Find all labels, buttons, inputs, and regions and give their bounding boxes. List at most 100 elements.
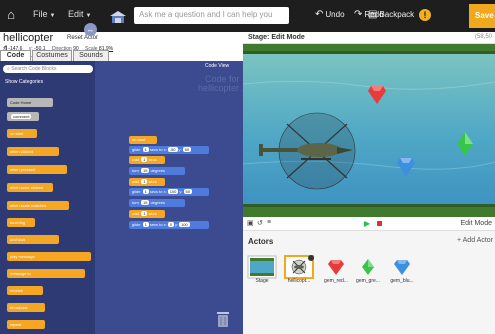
block-input[interactable]: -50	[167, 147, 178, 152]
script-block-glide[interactable]: glide 1 secs to x: 0 y: 100	[129, 221, 209, 229]
actor-label: gem_gre...	[356, 278, 380, 284]
palette-block-and-wait[interactable]: and wait	[7, 235, 59, 244]
grid-icon[interactable]: ≡	[267, 219, 271, 226]
block-label: glide	[132, 147, 141, 152]
palette-block-broadcast[interactable]: broadcast	[7, 303, 45, 312]
actor-label: gem_blu...	[390, 278, 414, 284]
script-block-glide[interactable]: glide 1 secs to x: -50 y: 50	[129, 146, 209, 154]
refresh-icon[interactable]: ↺	[257, 219, 263, 227]
block-label: secs	[148, 157, 157, 162]
collapse-palette-icon[interactable]: ↔	[84, 23, 97, 36]
palette-block-when-actor-clicked[interactable]: when actor clicked	[7, 183, 53, 192]
file-menu[interactable]: File ▼	[33, 9, 55, 19]
block-input[interactable]: 1	[142, 147, 149, 152]
chevron-down-icon: ▼	[49, 13, 56, 19]
backpack-button[interactable]: ▤ Backpack	[368, 9, 414, 20]
code-for-watermark: Code for hellicopter 1	[198, 75, 247, 93]
backpack-label: Backpack	[379, 10, 415, 19]
trash-icon[interactable]	[216, 311, 230, 328]
tab-costumes[interactable]: Costumes	[32, 50, 72, 61]
edit-menu-label: Edit	[68, 9, 84, 19]
palette-block-play-message[interactable]: play message	[7, 252, 91, 261]
code-for-sprite-label: hellicopter 1	[198, 83, 247, 93]
block-input[interactable]: 50	[183, 189, 192, 194]
block-input[interactable]: 1	[142, 189, 149, 194]
block-input[interactable]: 15	[141, 168, 150, 173]
block-label: secs	[148, 179, 157, 184]
block-label: glide	[132, 222, 141, 227]
reset-actor-link[interactable]: Reset Actor	[67, 35, 98, 41]
script-block-turn[interactable]: turn 15 degrees	[129, 167, 185, 175]
fullscreen-icon[interactable]: ▣	[247, 219, 254, 227]
palette-block-message-to[interactable]: message to	[7, 269, 85, 278]
tab-sounds[interactable]: Sounds	[73, 50, 109, 61]
block-input[interactable]: 100	[167, 189, 179, 194]
palette-block-when-clicked[interactable]: when clicked	[7, 147, 59, 156]
script-block-glide[interactable]: glide 1 secs to x: 100 y: 50	[129, 188, 209, 196]
search-code-blocks-input[interactable]: ⌕ Search Code Blocks	[3, 65, 93, 73]
palette-block-comment[interactable]: comment	[7, 112, 39, 121]
save-button[interactable]: Save	[469, 4, 495, 28]
block-input[interactable]: 1	[141, 157, 148, 162]
palette-block-on-start[interactable]: on start	[7, 129, 37, 138]
block-label: when pressed	[10, 167, 35, 172]
palette-block-code-home[interactable]: Code Home	[7, 98, 53, 107]
palette-block-touching[interactable]: touching	[7, 218, 35, 227]
palette-block-receive[interactable]: receive	[7, 286, 43, 295]
bottom-grass-edge	[243, 204, 495, 207]
stage-scene	[243, 44, 495, 217]
palette-block-repeat[interactable]: repeat	[7, 320, 45, 329]
block-label: on start	[132, 137, 146, 142]
script-block-wait[interactable]: wait 1 secs	[129, 178, 165, 186]
undo-label: Undo	[325, 10, 345, 19]
home-icon[interactable]: ⌂	[4, 8, 18, 22]
stage-header: Stage: Edit Mode (58,50	[243, 32, 495, 44]
block-label: degrees	[150, 168, 165, 173]
block-input[interactable]: 1	[142, 222, 149, 227]
tab-code[interactable]: Code	[0, 50, 31, 61]
top-grass	[243, 44, 495, 51]
code-view-button[interactable]: Code View	[205, 63, 229, 69]
undo-button[interactable]: ↶ Undo	[315, 9, 345, 20]
script-area[interactable]	[95, 61, 243, 334]
studio-logo-icon[interactable]	[109, 10, 127, 24]
edit-mode-toggle[interactable]: Edit Mode	[460, 220, 492, 227]
show-categories-link[interactable]: Show Categories	[5, 79, 43, 85]
block-label: degrees	[150, 200, 165, 205]
run-icon[interactable]: ▶	[364, 219, 370, 228]
ask-input[interactable]: Ask me a question and I can help you	[134, 7, 289, 24]
top-bar: ⌂ File ▼ Edit ▼ Ask me a question and I ca…	[0, 0, 495, 32]
info-icon[interactable]: !	[419, 9, 431, 21]
actors-panel: Actors + Add Actor Stage hellicopt... ge…	[243, 230, 495, 334]
block-input[interactable]: 15	[141, 200, 150, 205]
script-block-wait[interactable]: wait 1 secs	[129, 210, 165, 218]
block-label: wait	[132, 157, 140, 162]
undo-icon: ↶	[315, 9, 324, 20]
script-block-on-start[interactable]: on start	[129, 136, 157, 144]
block-label: wait	[132, 211, 140, 216]
block-input[interactable]: 50	[182, 147, 192, 152]
stop-icon[interactable]	[377, 221, 382, 226]
palette-block-when-scale-matches[interactable]: when scale matches	[7, 201, 69, 210]
block-label: glide	[132, 189, 141, 194]
block-label: when clicked	[10, 149, 33, 154]
actors-title: Actors	[248, 237, 274, 246]
block-input[interactable]: 1	[141, 211, 148, 216]
script-block-wait[interactable]: wait 1 secs	[129, 156, 165, 164]
file-menu-label: File	[33, 9, 48, 19]
block-label: secs to x:	[149, 147, 167, 152]
stage-canvas[interactable]	[243, 44, 495, 217]
block-label: y:	[174, 222, 179, 227]
palette-block-when-pressed[interactable]: when pressed	[7, 165, 67, 174]
script-block-turn[interactable]: turn 15 degrees	[129, 199, 185, 207]
add-actor-button[interactable]: + Add Actor	[457, 237, 493, 244]
block-input[interactable]: 1	[141, 179, 148, 184]
block-label: turn	[132, 200, 139, 205]
block-label: turn	[132, 168, 139, 173]
block-input[interactable]: 100	[179, 222, 190, 227]
stage-controls: ▣ ↺ ≡ ▶ Edit Mode	[243, 217, 495, 230]
block-label: wait	[132, 179, 140, 184]
block-input[interactable]: 0	[167, 222, 174, 227]
edit-menu[interactable]: Edit ▼	[68, 9, 91, 19]
actor-label: hellicopt...	[287, 278, 311, 284]
